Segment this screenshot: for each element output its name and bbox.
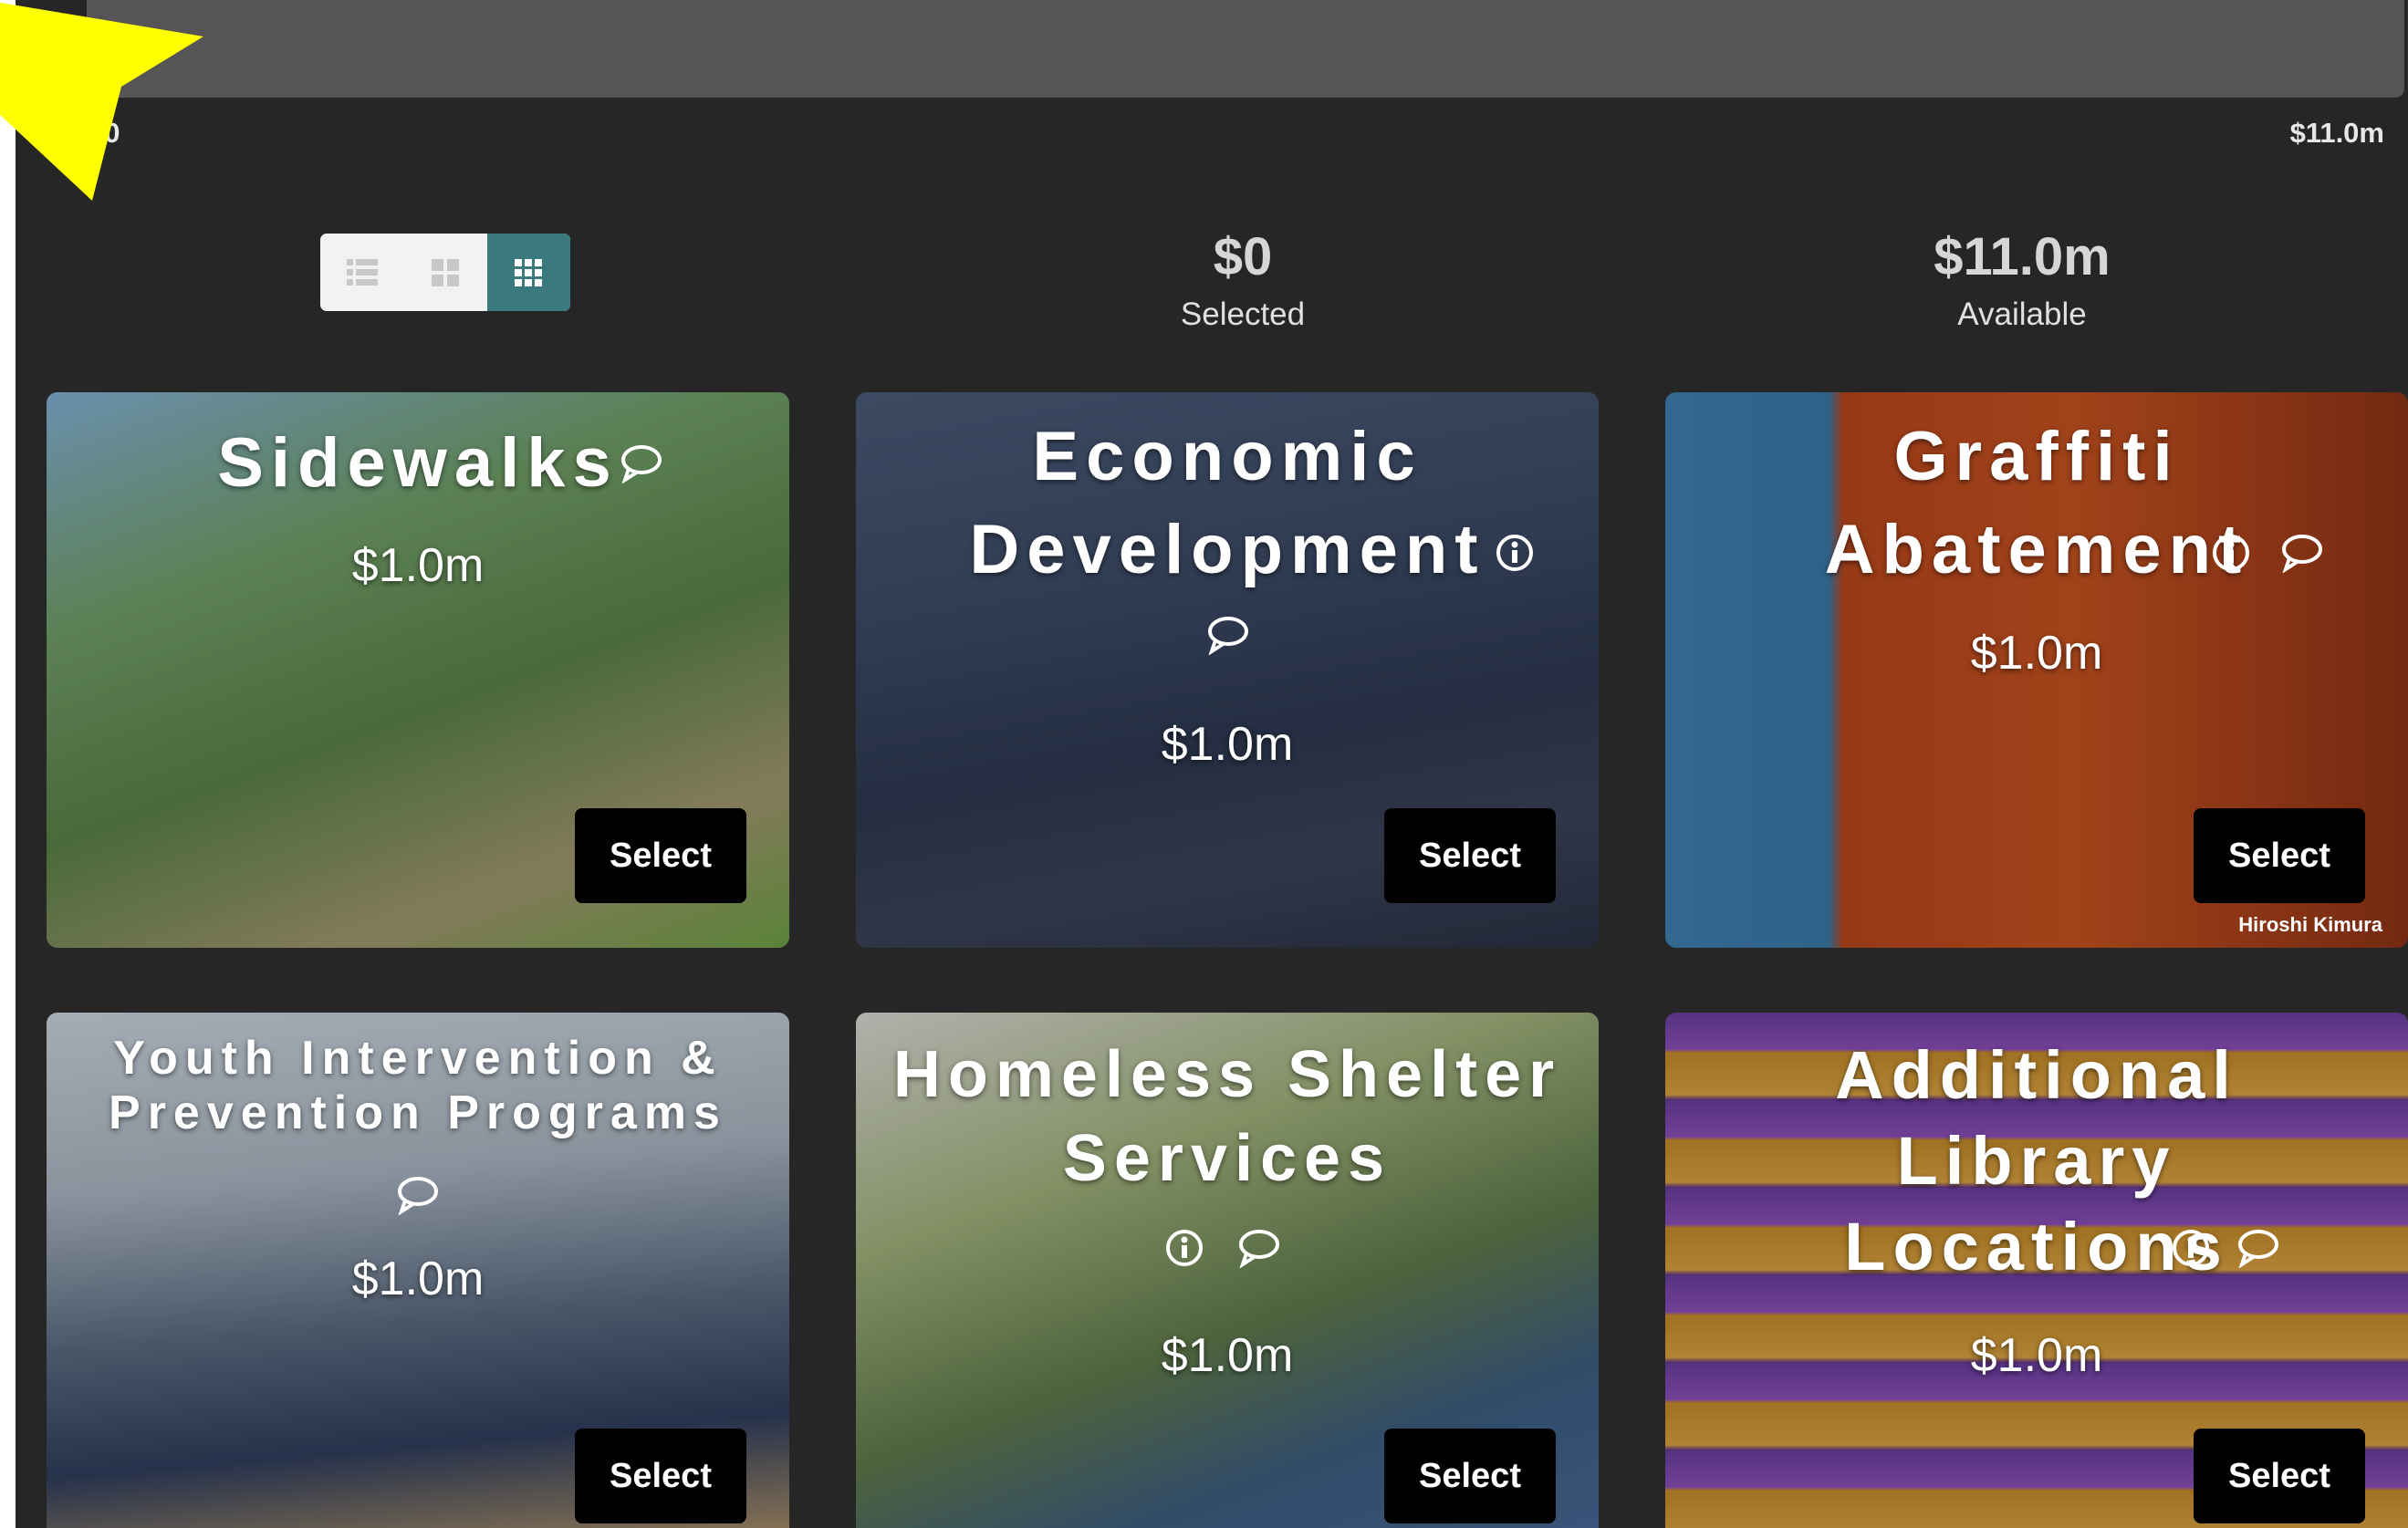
- available-summary: $11.0m Available: [1840, 226, 2205, 333]
- card-price: $1.0m: [351, 539, 485, 592]
- info-icon[interactable]: [2171, 1228, 2211, 1268]
- card-price: $1.0m: [1970, 1329, 2103, 1382]
- card-title: Youth Intervention & Prevention Programs: [109, 1032, 727, 1139]
- small-grid-icon: [515, 258, 543, 286]
- info-icon[interactable]: [1495, 533, 1535, 573]
- comment-icon[interactable]: [1206, 615, 1250, 655]
- card-title: Graffiti Abatement: [1824, 418, 2249, 588]
- select-button[interactable]: Select: [1384, 1429, 1556, 1523]
- project-card-youth-intervention[interactable]: Youth Intervention & Prevention Programs…: [47, 1013, 789, 1528]
- card-title: Homeless Shelter Services: [892, 1038, 1562, 1195]
- list-icon: [346, 258, 378, 286]
- info-icon[interactable]: [2211, 533, 2251, 573]
- budget-app: $0 $11.0m $0 Selected $11.0m Available S…: [16, 0, 2408, 1528]
- scale-min-label: $0: [89, 117, 120, 149]
- project-card-graffiti-abatement[interactable]: Graffiti Abatement $1.0m Select Hiroshi …: [1665, 392, 2408, 948]
- budget-progress-bar: [87, 0, 2404, 98]
- project-card-homeless-shelter[interactable]: Homeless Shelter Services $1.0m Select: [856, 1013, 1599, 1528]
- scale-max-label: $11.0m: [2289, 117, 2384, 149]
- comment-icon[interactable]: [620, 443, 663, 483]
- select-button[interactable]: Select: [575, 808, 746, 903]
- large-grid-icon: [431, 258, 459, 286]
- select-button[interactable]: Select: [575, 1429, 746, 1523]
- large-grid-view-button[interactable]: [403, 234, 486, 311]
- small-grid-view-button[interactable]: [486, 234, 570, 311]
- selected-summary: $0 Selected: [1060, 226, 1425, 333]
- list-view-button[interactable]: [320, 234, 403, 311]
- selected-amount: $0: [1213, 227, 1273, 286]
- project-card-library-locations[interactable]: Additional Library Locations $1.0m Selec…: [1665, 1013, 2408, 1528]
- card-price: $1.0m: [1970, 627, 2103, 680]
- available-label: Available: [1957, 296, 2087, 332]
- card-price: $1.0m: [1161, 718, 1294, 771]
- card-price: $1.0m: [1161, 1329, 1294, 1382]
- comment-icon[interactable]: [2280, 533, 2324, 573]
- project-card-sidewalks[interactable]: Sidewalks $1.0m Select: [47, 392, 789, 948]
- photo-credit: Hiroshi Kimura: [2238, 913, 2382, 936]
- card-title: Economic Development: [969, 418, 1485, 588]
- comment-icon[interactable]: [2236, 1228, 2280, 1268]
- selected-label: Selected: [1180, 296, 1306, 332]
- select-button[interactable]: Select: [2194, 808, 2365, 903]
- view-mode-toggle: [320, 234, 570, 311]
- project-card-economic-development[interactable]: Economic Development $1.0m Select: [856, 392, 1599, 948]
- comment-icon[interactable]: [396, 1175, 440, 1215]
- select-button[interactable]: Select: [1384, 808, 1556, 903]
- info-icon[interactable]: [1164, 1228, 1204, 1268]
- select-button[interactable]: Select: [2194, 1429, 2365, 1523]
- comment-icon[interactable]: [1237, 1228, 1281, 1268]
- available-amount: $11.0m: [1934, 227, 2111, 286]
- card-price: $1.0m: [351, 1253, 485, 1305]
